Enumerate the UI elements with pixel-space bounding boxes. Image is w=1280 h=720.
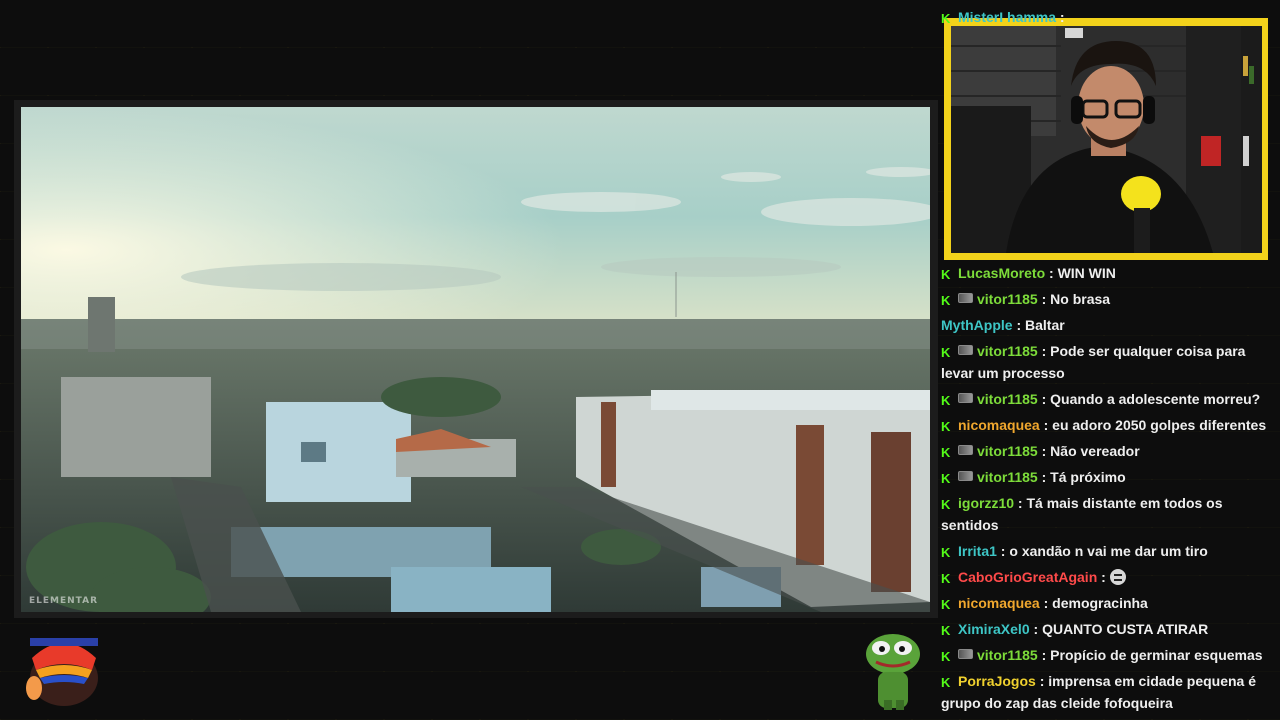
- kick-badge-icon: K: [941, 649, 951, 664]
- subscriber-badge-icon: [958, 293, 973, 303]
- chat-message: Kvitor1185 : Pode ser qualquer coisa par…: [941, 340, 1271, 384]
- chat-message: K XimiraXel0 : QUANTO CUSTA ATIRAR: [941, 618, 1271, 640]
- chat-separator: :: [1037, 343, 1051, 359]
- chat-username[interactable]: PorraJogos: [958, 673, 1036, 689]
- chat-message-text: QUANTO CUSTA ATIRAR: [1042, 621, 1209, 637]
- chat-username[interactable]: LucasMoreto: [958, 265, 1045, 281]
- kick-badge-icon: K: [941, 267, 951, 282]
- chat-username[interactable]: igorzz10: [958, 495, 1014, 511]
- skull-emote-icon: [1109, 569, 1126, 585]
- chat-message: MythApple : Baltar: [941, 314, 1271, 336]
- kick-badge-icon: K: [941, 11, 951, 26]
- chat-message: Kvitor1185 : Tá próximo: [941, 466, 1271, 488]
- chat-username[interactable]: vitor1185: [977, 343, 1038, 359]
- kick-badge-icon: K: [941, 345, 951, 360]
- chat-username[interactable]: CaboGrioGreatAgain: [958, 569, 1097, 585]
- kick-badge-icon: K: [941, 597, 951, 612]
- kick-badge-icon: K: [941, 675, 951, 690]
- chat-message-text: WIN WIN: [1057, 265, 1116, 281]
- chat-separator: :: [1037, 647, 1051, 663]
- subscriber-badge-icon: [958, 393, 973, 403]
- chat-username[interactable]: MisterI hamma: [958, 9, 1056, 25]
- chat-separator: :: [1039, 417, 1053, 433]
- subscriber-badge-icon: [958, 445, 973, 455]
- chat-message-text: Tá próximo: [1050, 469, 1126, 485]
- chat-message-text: Quando a adolescente morreu?: [1050, 391, 1261, 407]
- kick-badge-icon: K: [941, 393, 951, 408]
- chat-separator: :: [1045, 265, 1058, 281]
- chat-message: Knicomaquea : eu adoro 2050 golpes difer…: [941, 414, 1271, 436]
- chat-username[interactable]: Irrita1: [958, 543, 997, 559]
- kick-badge-icon: K: [941, 497, 951, 512]
- chat-message: K CaboGrioGreatAgain :: [941, 566, 1271, 588]
- chat-separator: :: [1037, 443, 1051, 459]
- chat-username[interactable]: MythApple: [941, 317, 1013, 333]
- subscriber-badge-icon: [958, 471, 973, 481]
- chat-message: K LucasMoreto : WIN WIN: [941, 262, 1271, 284]
- video-player[interactable]: [21, 107, 930, 612]
- kick-badge-icon: K: [941, 471, 951, 486]
- kick-badge-icon: K: [941, 623, 951, 638]
- kick-badge-icon: K: [941, 545, 951, 560]
- chat-message-text: eu adoro 2050 golpes diferentes: [1052, 417, 1267, 433]
- chat-separator: :: [1029, 621, 1043, 637]
- chat-message: Kvitor1185 : No brasa: [941, 288, 1271, 310]
- chat-separator: :: [1039, 595, 1053, 611]
- mascot-left-icon: [26, 638, 98, 706]
- chat-username[interactable]: nicomaquea: [958, 595, 1040, 611]
- chat-separator: :: [1012, 317, 1026, 333]
- video-watermark: ELEMENTAR: [29, 596, 99, 606]
- kick-badge-icon: K: [941, 571, 951, 586]
- subscriber-badge-icon: [958, 649, 973, 659]
- chat-message: Kvitor1185 : Não vereador: [941, 440, 1271, 462]
- chat-username[interactable]: vitor1185: [977, 291, 1038, 307]
- chat-panel[interactable]: K MisterI hamma : K LucasMoreto : WIN WIN K…: [938, 4, 1274, 720]
- chat-message: Kvitor1185 : Quando a adolescente morreu…: [941, 388, 1271, 410]
- chat-username[interactable]: vitor1185: [977, 469, 1038, 485]
- chat-separator: :: [996, 543, 1010, 559]
- chat-message: Kvitor1185 : Propício de germinar esquem…: [941, 644, 1271, 666]
- chat-username[interactable]: vitor1185: [977, 443, 1038, 459]
- chat-separator: :: [1097, 569, 1110, 585]
- chat-separator: :: [1035, 673, 1049, 689]
- chat-separator: :: [1037, 469, 1051, 485]
- chat-separator: :: [1037, 391, 1051, 407]
- chat-message-text: o xandão n vai me dar um tiro: [1009, 543, 1208, 559]
- chat-separator: :: [1014, 495, 1027, 511]
- chat-message-text: No brasa: [1050, 291, 1111, 307]
- chat-message-text: demogracinha: [1052, 595, 1148, 611]
- chat-username[interactable]: vitor1185: [977, 647, 1038, 663]
- chat-username[interactable]: XimiraXel0: [958, 621, 1030, 637]
- chat-message-text: Não vereador: [1050, 443, 1140, 459]
- pepe-frog-icon: [866, 634, 920, 710]
- chat-message-text: Baltar: [1025, 317, 1065, 333]
- chat-username[interactable]: vitor1185: [977, 391, 1038, 407]
- kick-badge-icon: K: [941, 419, 951, 434]
- city-aerial-scene: [21, 107, 930, 612]
- chat-message-partial: K MisterI hamma :: [941, 9, 1065, 26]
- chat-message: Knicomaquea : demogracinha: [941, 592, 1271, 614]
- kick-badge-icon: K: [941, 293, 951, 308]
- chat-message: Kigorzz10 : Tá mais distante em todos os…: [941, 492, 1271, 536]
- chat-message: K Irrita1 : o xandão n vai me dar um tiro: [941, 540, 1271, 562]
- chat-message: K PorraJogos : imprensa em cidade pequena…: [941, 670, 1271, 714]
- kick-badge-icon: K: [941, 445, 951, 460]
- chat-username[interactable]: nicomaquea: [958, 417, 1040, 433]
- chat-message-text: Propício de germinar esquemas: [1050, 647, 1263, 663]
- chat-separator: :: [1037, 291, 1051, 307]
- subscriber-badge-icon: [958, 345, 973, 355]
